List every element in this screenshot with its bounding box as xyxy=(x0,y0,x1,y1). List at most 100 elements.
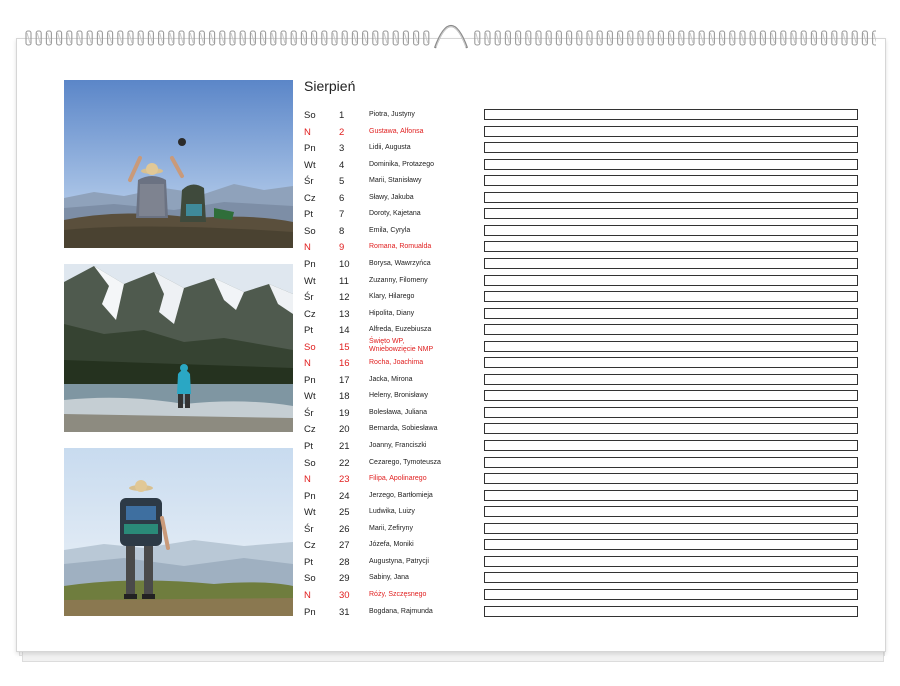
day-row: Wt 4 Dominika, Protazego xyxy=(304,157,860,174)
note-field[interactable] xyxy=(484,125,858,137)
day-row: Wt 11 Zuzanny, Filomeny xyxy=(304,273,860,290)
note-field[interactable] xyxy=(484,257,858,269)
name-day-label: Święto WP, Wniebowzięcie NMP xyxy=(369,337,434,353)
note-field[interactable] xyxy=(484,605,858,617)
weekday-label: N xyxy=(304,242,311,254)
day-row: Śr 26 Marii, Zefiryny xyxy=(304,521,860,538)
day-number: 2 xyxy=(339,126,345,138)
note-field[interactable] xyxy=(484,572,858,584)
note-field[interactable] xyxy=(484,142,858,154)
weekday-label: Pn xyxy=(304,143,316,155)
day-number: 14 xyxy=(339,325,350,337)
name-day-label: Ludwika, Luizy xyxy=(369,508,415,516)
note-field[interactable] xyxy=(484,158,858,170)
day-row: Cz 13 Hipolita, Diany xyxy=(304,306,860,323)
name-day-label: Jacka, Mirona xyxy=(369,375,413,383)
name-day-label: Dominika, Protazego xyxy=(369,160,434,168)
note-field[interactable] xyxy=(484,224,858,236)
note-field[interactable] xyxy=(484,555,858,567)
day-row: Pn 24 Jerzego, Bartłomieja xyxy=(304,488,860,505)
name-day-label: Bolesława, Juliana xyxy=(369,408,427,416)
weekday-label: Śr xyxy=(304,176,314,188)
weekday-label: Cz xyxy=(304,540,316,552)
note-field[interactable] xyxy=(484,274,858,286)
day-number: 23 xyxy=(339,474,350,486)
name-day-label: Borysa, Wawrzyńca xyxy=(369,259,431,267)
day-number: 10 xyxy=(339,258,350,270)
note-field[interactable] xyxy=(484,588,858,600)
note-field[interactable] xyxy=(484,390,858,402)
note-field[interactable] xyxy=(484,175,858,187)
day-row: N 9 Romana, Romualda xyxy=(304,239,860,256)
note-field[interactable] xyxy=(484,340,858,352)
day-number: 18 xyxy=(339,391,350,403)
note-field[interactable] xyxy=(484,539,858,551)
weekday-label: Śr xyxy=(304,407,314,419)
note-field[interactable] xyxy=(484,191,858,203)
day-row: Śr 5 Marii, Stanisławy xyxy=(304,173,860,190)
name-day-label: Gustawa, Alfonsa xyxy=(369,127,424,135)
weekday-label: Wt xyxy=(304,391,316,403)
name-day-label: Bogdana, Rajmunda xyxy=(369,607,433,615)
day-number: 27 xyxy=(339,540,350,552)
day-number: 8 xyxy=(339,225,345,237)
note-field[interactable] xyxy=(484,109,858,120)
day-row: So 15 Święto WP, Wniebowzięcie NMP xyxy=(304,337,860,356)
day-row: Śr 12 Klary, Hilarego xyxy=(304,289,860,306)
name-day-label: Cezarego, Tymoteusza xyxy=(369,458,441,466)
name-day-label: Doroty, Kajetana xyxy=(369,210,421,218)
note-field[interactable] xyxy=(484,506,858,518)
day-row: Pn 17 Jacka, Mirona xyxy=(304,372,860,389)
day-number: 13 xyxy=(339,308,350,320)
note-field[interactable] xyxy=(484,456,858,468)
day-row: Pn 31 Bogdana, Rajmunda xyxy=(304,604,860,621)
day-number: 30 xyxy=(339,589,350,601)
day-number: 28 xyxy=(339,556,350,568)
day-number: 19 xyxy=(339,407,350,419)
day-number: 25 xyxy=(339,507,350,519)
day-row: Pt 7 Doroty, Kajetana xyxy=(304,206,860,223)
weekday-label: Pt xyxy=(304,441,313,452)
note-field[interactable] xyxy=(484,324,858,336)
weekday-label: Wt xyxy=(304,507,316,519)
note-field[interactable] xyxy=(484,423,858,435)
name-day-label: Marii, Stanisławy xyxy=(369,177,422,185)
day-number: 3 xyxy=(339,143,345,155)
day-row: N 23 Filipa, Apolinarego xyxy=(304,471,860,488)
note-field[interactable] xyxy=(484,208,858,220)
hiker-backpack-photo xyxy=(64,448,293,616)
note-field[interactable] xyxy=(484,357,858,369)
day-row: Pt 14 Alfreda, Euzebiusza xyxy=(304,322,860,339)
day-row: N 2 Gustawa, Alfonsa xyxy=(304,124,860,141)
name-day-label: Heleny, Bronisławy xyxy=(369,392,429,400)
day-row: Cz 6 Sławy, Jakuba xyxy=(304,190,860,207)
name-day-label: Piotra, Justyny xyxy=(369,111,415,118)
note-field[interactable] xyxy=(484,489,858,501)
day-number: 20 xyxy=(339,424,350,436)
name-day-label: Marii, Zefiryny xyxy=(369,524,413,532)
name-day-label: Emila, Cyryla xyxy=(369,226,411,234)
hanger-hook-icon xyxy=(433,25,469,49)
name-day-label: Romana, Romualda xyxy=(369,243,432,251)
name-day-label: Sabiny, Jana xyxy=(369,574,409,582)
weekday-label: N xyxy=(304,358,311,370)
note-field[interactable] xyxy=(484,473,858,485)
note-field[interactable] xyxy=(484,291,858,303)
weekday-label: So xyxy=(304,110,316,121)
note-field[interactable] xyxy=(484,373,858,385)
weekday-label: Śr xyxy=(304,523,314,535)
note-field[interactable] xyxy=(484,307,858,319)
weekday-label: So xyxy=(304,573,316,585)
day-number: 12 xyxy=(339,292,350,304)
day-number: 22 xyxy=(339,457,350,469)
day-row: So 8 Emila, Cyryla xyxy=(304,223,860,240)
note-field[interactable] xyxy=(484,440,858,451)
day-row: N 30 Róży, Szczęsnego xyxy=(304,587,860,604)
note-field[interactable] xyxy=(484,406,858,418)
note-field[interactable] xyxy=(484,522,858,534)
name-day-label: Alfreda, Euzebiusza xyxy=(369,326,432,334)
day-number: 26 xyxy=(339,523,350,535)
day-row: So 22 Cezarego, Tymoteusza xyxy=(304,455,860,472)
name-day-label: Lidii, Augusta xyxy=(369,144,411,152)
note-field[interactable] xyxy=(484,241,858,253)
